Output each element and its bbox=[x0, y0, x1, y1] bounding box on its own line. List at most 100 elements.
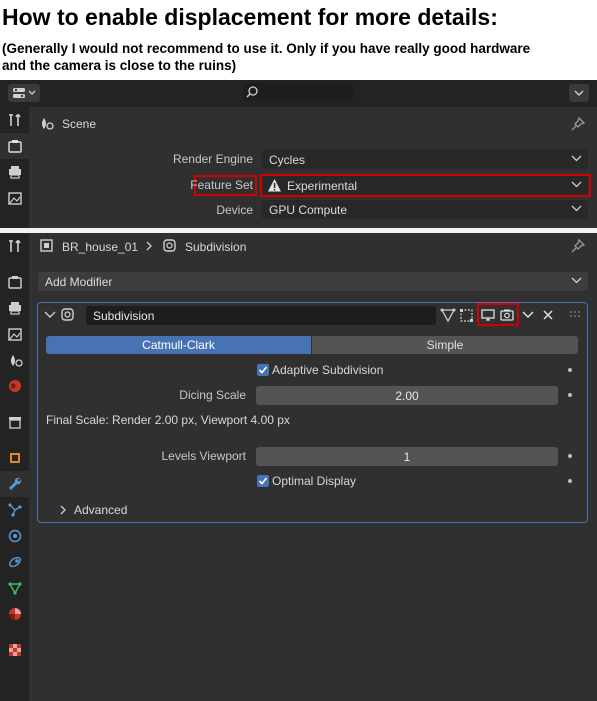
tab-output[interactable] bbox=[0, 295, 29, 321]
tab-view-layer[interactable] bbox=[0, 185, 29, 211]
keyframe-dot[interactable] bbox=[568, 454, 572, 458]
properties-editor-icon bbox=[13, 88, 36, 98]
collection-icon bbox=[8, 417, 21, 429]
adaptive-subdivision-label: Adaptive Subdivision bbox=[272, 363, 384, 377]
object-icon bbox=[9, 453, 20, 463]
edit-mode-icon[interactable] bbox=[459, 307, 475, 323]
keyframe-dot[interactable] bbox=[568, 393, 572, 397]
constraints-icon bbox=[8, 556, 21, 568]
tab-world[interactable] bbox=[0, 373, 29, 399]
pin-icon[interactable] bbox=[570, 116, 586, 132]
edit-cage-icon[interactable] bbox=[440, 307, 456, 323]
render-engine-dropdown[interactable]: Cycles bbox=[262, 150, 588, 169]
tool-icon bbox=[8, 240, 21, 252]
render-icon bbox=[7, 140, 22, 153]
render-icon bbox=[7, 276, 22, 289]
checkmark-icon bbox=[258, 477, 268, 485]
final-scale-info: Final Scale: Render 2.00 px, Viewport 4.… bbox=[46, 413, 290, 427]
add-modifier-label: Add Modifier bbox=[45, 274, 113, 289]
world-icon bbox=[8, 380, 21, 392]
drag-handle-icon[interactable] bbox=[568, 309, 582, 319]
tab-simple[interactable]: Simple bbox=[312, 336, 578, 354]
subdivision-icon bbox=[163, 239, 176, 252]
feature-set-dropdown[interactable]: Experimental bbox=[262, 176, 588, 195]
tool-icon bbox=[8, 114, 21, 126]
properties-tabs-bottom bbox=[0, 233, 29, 701]
tab-collection[interactable] bbox=[0, 409, 29, 435]
subdivision-icon bbox=[61, 308, 74, 321]
particles-icon bbox=[7, 503, 22, 517]
caption-title: How to enable displacement for more deta… bbox=[2, 4, 498, 30]
monitor-icon[interactable] bbox=[480, 307, 496, 323]
feature-set-label: Feature Set bbox=[190, 178, 253, 192]
camera-icon[interactable] bbox=[499, 307, 515, 323]
tab-modifiers[interactable] bbox=[0, 471, 29, 497]
image-icon bbox=[7, 328, 22, 341]
caption-subtitle-line2: and the camera is close to the ruins) bbox=[2, 58, 237, 73]
editor-type-button[interactable] bbox=[8, 84, 40, 102]
modifier-name-value: Subdivision bbox=[93, 308, 155, 323]
add-modifier-button[interactable]: Add Modifier bbox=[38, 272, 588, 291]
tab-texture[interactable] bbox=[0, 637, 29, 663]
checkmark-icon bbox=[258, 366, 268, 374]
render-engine-value: Cycles bbox=[269, 152, 306, 167]
tab-catmull-clark[interactable]: Catmull-Clark bbox=[46, 336, 311, 354]
optimal-display-checkbox[interactable] bbox=[257, 475, 269, 487]
properties-tabs-top bbox=[0, 107, 29, 228]
tab-physics[interactable] bbox=[0, 523, 29, 549]
tab-tool[interactable] bbox=[0, 233, 29, 259]
modifier-name-field[interactable]: Subdivision bbox=[86, 306, 436, 325]
feature-set-value: Experimental bbox=[287, 178, 358, 193]
tab-scene[interactable] bbox=[0, 347, 29, 373]
optimal-display-label: Optimal Display bbox=[272, 474, 357, 488]
chevron-right-icon bbox=[146, 241, 152, 251]
collapse-chevron-icon[interactable] bbox=[43, 308, 57, 322]
tab-constraints[interactable] bbox=[0, 549, 29, 575]
render-engine-label: Render Engine bbox=[172, 152, 253, 166]
search-icon bbox=[246, 86, 258, 98]
object-icon bbox=[40, 239, 53, 252]
printer-icon bbox=[8, 302, 21, 315]
texture-icon bbox=[8, 644, 21, 656]
mesh-data-icon bbox=[7, 582, 22, 595]
image-icon bbox=[7, 192, 22, 205]
caption-subtitle: (Generally I would not recommend to use … bbox=[2, 40, 530, 74]
advanced-label: Advanced bbox=[74, 503, 128, 517]
tab-tool[interactable] bbox=[0, 107, 29, 133]
chevron-down-icon bbox=[571, 155, 582, 162]
search-field[interactable] bbox=[243, 83, 353, 101]
pin-icon[interactable] bbox=[570, 238, 586, 254]
device-value: GPU Compute bbox=[269, 202, 348, 217]
tab-view-layer[interactable] bbox=[0, 321, 29, 347]
adaptive-subdivision-checkbox[interactable] bbox=[257, 364, 269, 376]
scene-context-label: Scene bbox=[62, 117, 97, 131]
chevron-right-icon bbox=[60, 505, 66, 515]
warning-icon bbox=[268, 179, 281, 192]
tab-material[interactable] bbox=[0, 601, 29, 627]
options-dropdown[interactable] bbox=[569, 84, 589, 102]
device-dropdown[interactable]: GPU Compute bbox=[262, 200, 588, 219]
device-label: Device bbox=[216, 203, 253, 217]
scene-icon bbox=[10, 355, 23, 367]
tab-render[interactable] bbox=[0, 133, 29, 159]
modifier-menu-chevron-icon[interactable] bbox=[521, 309, 535, 321]
breadcrumb-modifier: Subdivision bbox=[185, 240, 247, 254]
advanced-subpanel-header[interactable]: Advanced bbox=[58, 503, 127, 517]
levels-viewport-field[interactable]: 1 bbox=[256, 447, 558, 466]
scene-icon bbox=[42, 118, 54, 130]
dicing-scale-field[interactable]: 2.00 bbox=[256, 386, 558, 405]
levels-viewport-label: Levels Viewport bbox=[161, 449, 247, 463]
printer-icon bbox=[8, 166, 21, 179]
tab-particles[interactable] bbox=[0, 497, 29, 523]
close-icon[interactable] bbox=[541, 308, 555, 322]
tab-render[interactable] bbox=[0, 269, 29, 295]
tab-output[interactable] bbox=[0, 159, 29, 185]
caption-subtitle-line1: (Generally I would not recommend to use … bbox=[2, 41, 531, 56]
tab-object[interactable] bbox=[0, 445, 29, 471]
tab-data[interactable] bbox=[0, 575, 29, 601]
keyframe-dot[interactable] bbox=[568, 368, 572, 372]
dicing-scale-label: Dicing Scale bbox=[179, 388, 246, 402]
keyframe-dot[interactable] bbox=[568, 479, 572, 483]
chevron-down-icon bbox=[571, 205, 582, 212]
chevron-down-icon bbox=[571, 181, 582, 188]
